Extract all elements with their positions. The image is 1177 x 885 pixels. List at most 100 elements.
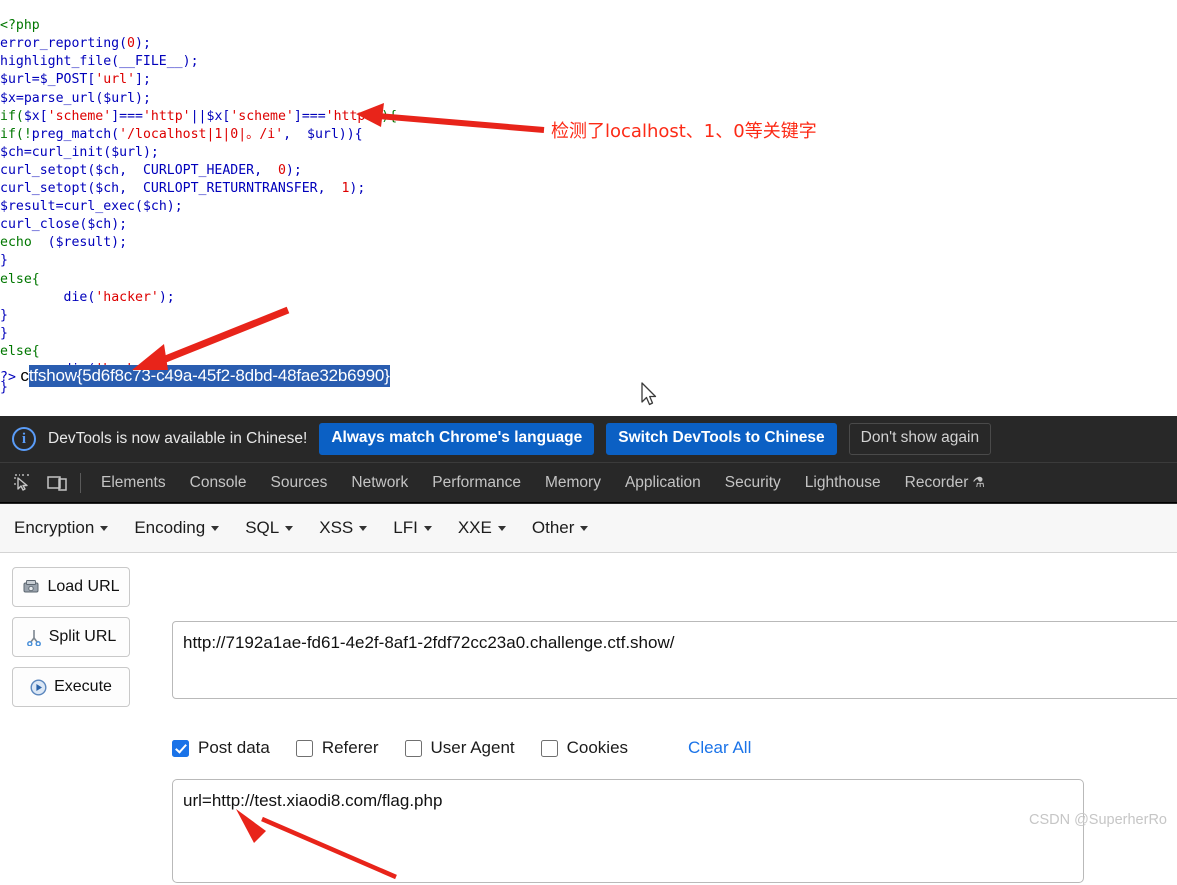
annotation-note-text: 检测了localhost、1、0等关键字 bbox=[551, 121, 817, 142]
tab-security[interactable]: Security bbox=[713, 474, 793, 492]
code-line: $result=curl_exec($ch); bbox=[0, 198, 397, 216]
code-token: ( bbox=[111, 54, 120, 70]
code-token: curl_exec bbox=[63, 199, 135, 215]
option-referer[interactable]: Referer bbox=[295, 738, 379, 758]
code-token: = bbox=[15, 90, 24, 106]
option-user-agent[interactable]: User Agent bbox=[404, 738, 515, 758]
code-line: } bbox=[0, 325, 397, 343]
chevron-down-icon bbox=[100, 526, 109, 531]
mouse-cursor-icon bbox=[641, 382, 657, 406]
menu-xxe[interactable]: XXE bbox=[458, 518, 506, 538]
code-line: } bbox=[0, 252, 397, 270]
code-token: 'scheme' bbox=[47, 108, 112, 124]
menu-sql[interactable]: SQL bbox=[245, 518, 294, 538]
tab-performance[interactable]: Performance bbox=[420, 474, 533, 492]
device-toolbar-icon[interactable] bbox=[42, 469, 72, 497]
code-token: ]=== bbox=[293, 108, 326, 124]
code-token: curl_close bbox=[0, 217, 80, 233]
code-token: ); bbox=[182, 54, 199, 70]
option-post-data[interactable]: Post data bbox=[172, 738, 270, 758]
menu-encoding[interactable]: Encoding bbox=[134, 518, 220, 538]
inspect-element-icon[interactable] bbox=[8, 469, 38, 497]
tab-network[interactable]: Network bbox=[339, 474, 420, 492]
code-line: } bbox=[0, 307, 397, 325]
tab-elements[interactable]: Elements bbox=[89, 474, 178, 492]
menu-encryption[interactable]: Encryption bbox=[14, 518, 109, 538]
referer-checkbox[interactable] bbox=[295, 739, 313, 757]
code-token: $ch bbox=[87, 217, 112, 233]
menu-other[interactable]: Other bbox=[532, 518, 589, 538]
cookies-checkbox[interactable] bbox=[540, 739, 558, 757]
user-agent-checkbox[interactable] bbox=[404, 739, 422, 757]
code-token: $url bbox=[103, 90, 136, 106]
option-cookies[interactable]: Cookies bbox=[540, 738, 629, 758]
code-token: , bbox=[254, 162, 278, 178]
code-token: ); bbox=[135, 36, 151, 52]
referer-label: Referer bbox=[321, 738, 379, 757]
code-token: ); bbox=[158, 289, 175, 305]
hackbar-panel: Encryption Encoding SQL XSS LFI XXE Othe… bbox=[0, 504, 1177, 883]
url-input[interactable] bbox=[172, 621, 1177, 699]
code-line: curl_setopt($ch, CURLOPT_HEADER, 0); bbox=[0, 162, 397, 180]
execute-button[interactable]: Execute bbox=[12, 667, 130, 707]
load-url-button[interactable]: Load URL bbox=[12, 567, 130, 607]
code-token: else{ bbox=[0, 271, 40, 287]
code-token: $result bbox=[55, 235, 112, 251]
code-token: || bbox=[190, 108, 207, 124]
code-line: curl_setopt($ch, CURLOPT_RETURNTRANSFER,… bbox=[0, 180, 397, 198]
code-token: $url bbox=[111, 144, 143, 160]
toolbar-divider bbox=[80, 472, 81, 493]
post-data-checkbox[interactable] bbox=[172, 739, 189, 757]
code-line: if(!preg_match('/localhost|1|0|。/i', $ur… bbox=[0, 126, 397, 144]
clear-all-link[interactable]: Clear All bbox=[688, 738, 751, 758]
code-token: ( bbox=[119, 36, 128, 52]
menu-xss[interactable]: XSS bbox=[319, 518, 368, 538]
tab-application[interactable]: Application bbox=[613, 474, 713, 492]
tab-memory[interactable]: Memory bbox=[533, 474, 613, 492]
code-token: ); bbox=[135, 90, 151, 106]
code-token: if(! bbox=[0, 126, 32, 142]
code-token: ( bbox=[31, 235, 56, 251]
code-token: $x bbox=[206, 108, 223, 124]
post-data-label: Post data bbox=[198, 738, 270, 757]
code-token: ( bbox=[135, 199, 143, 215]
csdn-watermark: CSDN @SuperherRo bbox=[1028, 812, 1167, 828]
code-token: __FILE__ bbox=[119, 54, 183, 70]
dont-show-again-button[interactable]: Don't show again bbox=[848, 423, 992, 455]
tab-recorder[interactable]: Recorder ⚗ bbox=[893, 474, 997, 492]
code-token: CURLOPT_HEADER bbox=[142, 162, 255, 178]
code-token: $url bbox=[0, 72, 32, 88]
split-url-button[interactable]: Split URL bbox=[12, 617, 130, 657]
code-token: $x bbox=[0, 90, 16, 106]
cookies-label: Cookies bbox=[566, 738, 629, 757]
menu-sql-label: SQL bbox=[245, 518, 280, 537]
menu-other-label: Other bbox=[531, 518, 575, 537]
code-token: else{ bbox=[0, 343, 40, 359]
code-token: error_reporting bbox=[0, 36, 120, 52]
chevron-down-icon bbox=[580, 526, 589, 531]
tab-lighthouse[interactable]: Lighthouse bbox=[793, 474, 893, 492]
code-line: else{ bbox=[0, 343, 397, 361]
code-token: 'url' bbox=[95, 72, 136, 88]
code-token: ]; bbox=[135, 72, 151, 88]
tab-recorder-label: Recorder bbox=[904, 473, 969, 491]
flag-unselected-prefix: c bbox=[20, 366, 29, 385]
code-token: curl_init bbox=[31, 144, 104, 160]
split-url-label: Split URL bbox=[48, 628, 117, 645]
menu-lfi[interactable]: LFI bbox=[393, 518, 432, 538]
hackbar-action-buttons: Load URL Split URL Execute bbox=[12, 567, 130, 717]
tab-console[interactable]: Console bbox=[178, 474, 259, 492]
chevron-down-icon bbox=[359, 526, 368, 531]
switch-to-chinese-button[interactable]: Switch DevTools to Chinese bbox=[606, 423, 837, 455]
always-match-language-button[interactable]: Always match Chrome's language bbox=[319, 423, 595, 455]
php-source-code: <?php error_reporting(0); highlight_file(_… bbox=[0, 17, 397, 397]
post-data-input[interactable] bbox=[172, 779, 1084, 883]
code-token: curl_setopt bbox=[0, 162, 88, 178]
execute-icon bbox=[30, 678, 47, 696]
flag-selected-text[interactable]: tfshow{5d6f8c73-c49a-45f2-8dbd-48fae32b6… bbox=[28, 365, 390, 387]
code-line: die('hacker'); bbox=[0, 289, 397, 307]
code-token: ( bbox=[103, 144, 112, 160]
code-token: $ch bbox=[0, 144, 24, 160]
code-token: ); bbox=[349, 181, 366, 197]
tab-sources[interactable]: Sources bbox=[259, 474, 340, 492]
